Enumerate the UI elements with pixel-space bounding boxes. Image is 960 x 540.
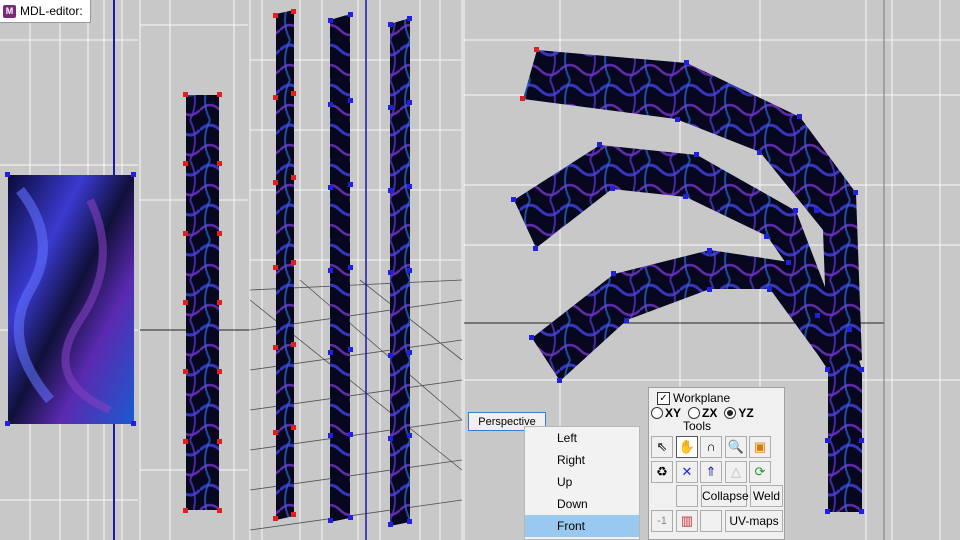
radio-xy-label: XY bbox=[665, 406, 682, 420]
recycle-bin-icon[interactable]: ♻ bbox=[651, 461, 673, 483]
uv-maps-button[interactable]: UV-maps bbox=[725, 510, 783, 532]
radio-yz[interactable] bbox=[724, 407, 737, 419]
weld-button[interactable]: Weld bbox=[750, 485, 783, 507]
pan-hand-icon[interactable]: ✋ bbox=[676, 436, 698, 458]
tools-panel: ✓ Workplane XY ZX YZ Tools ⇖ ✋ ∩ 🔍 ▣ ♻ ✕… bbox=[648, 387, 785, 540]
vertex-split-icon[interactable]: ✕ bbox=[676, 461, 698, 483]
workplane-row[interactable]: ✓ Workplane bbox=[657, 391, 730, 405]
minus-one-button[interactable]: -1 bbox=[651, 510, 673, 532]
app-titlebar: M MDL-editor: bbox=[0, 0, 91, 23]
select-arrow-icon[interactable]: ⇖ bbox=[651, 436, 673, 458]
menu-item-left[interactable]: Left bbox=[525, 427, 639, 449]
disabled-tool-icon: △ bbox=[725, 461, 747, 483]
view-dropdown-menu: Left Right Up Down Front bbox=[524, 426, 640, 540]
empty-tool-slot bbox=[676, 485, 698, 507]
plane-radio-group: XY ZX YZ bbox=[651, 406, 754, 420]
workplane-checkbox[interactable]: ✓ bbox=[657, 391, 670, 405]
rotate-icon[interactable]: ∩ bbox=[700, 436, 722, 458]
extrude-icon[interactable]: ⇑ bbox=[700, 461, 722, 483]
radio-yz-label: YZ bbox=[738, 406, 754, 420]
vertical-strip bbox=[186, 95, 219, 510]
radio-xy[interactable] bbox=[651, 407, 663, 419]
radio-zx-label: ZX bbox=[702, 406, 718, 420]
empty-tool-slot-2 bbox=[700, 510, 722, 532]
radio-zx[interactable] bbox=[688, 407, 701, 419]
menu-item-down[interactable]: Down bbox=[525, 493, 639, 515]
menu-item-right[interactable]: Right bbox=[525, 449, 639, 471]
menu-item-front[interactable]: Front bbox=[525, 515, 639, 537]
bar-chart-icon[interactable]: ▥ bbox=[676, 510, 698, 532]
tools-label: Tools bbox=[683, 419, 712, 433]
zoom-magnifier-icon[interactable]: 🔍 bbox=[725, 436, 747, 458]
script-icon[interactable]: ▣ bbox=[749, 436, 771, 458]
viewport-canvas[interactable] bbox=[0, 0, 960, 540]
menu-item-up[interactable]: Up bbox=[525, 471, 639, 493]
collapse-button[interactable]: Collapse bbox=[701, 485, 749, 507]
workplane-label: Workplane bbox=[673, 391, 731, 405]
refresh-icon[interactable]: ⟳ bbox=[749, 461, 771, 483]
app-title: MDL-editor: bbox=[20, 4, 83, 18]
app-icon: M bbox=[3, 4, 16, 18]
